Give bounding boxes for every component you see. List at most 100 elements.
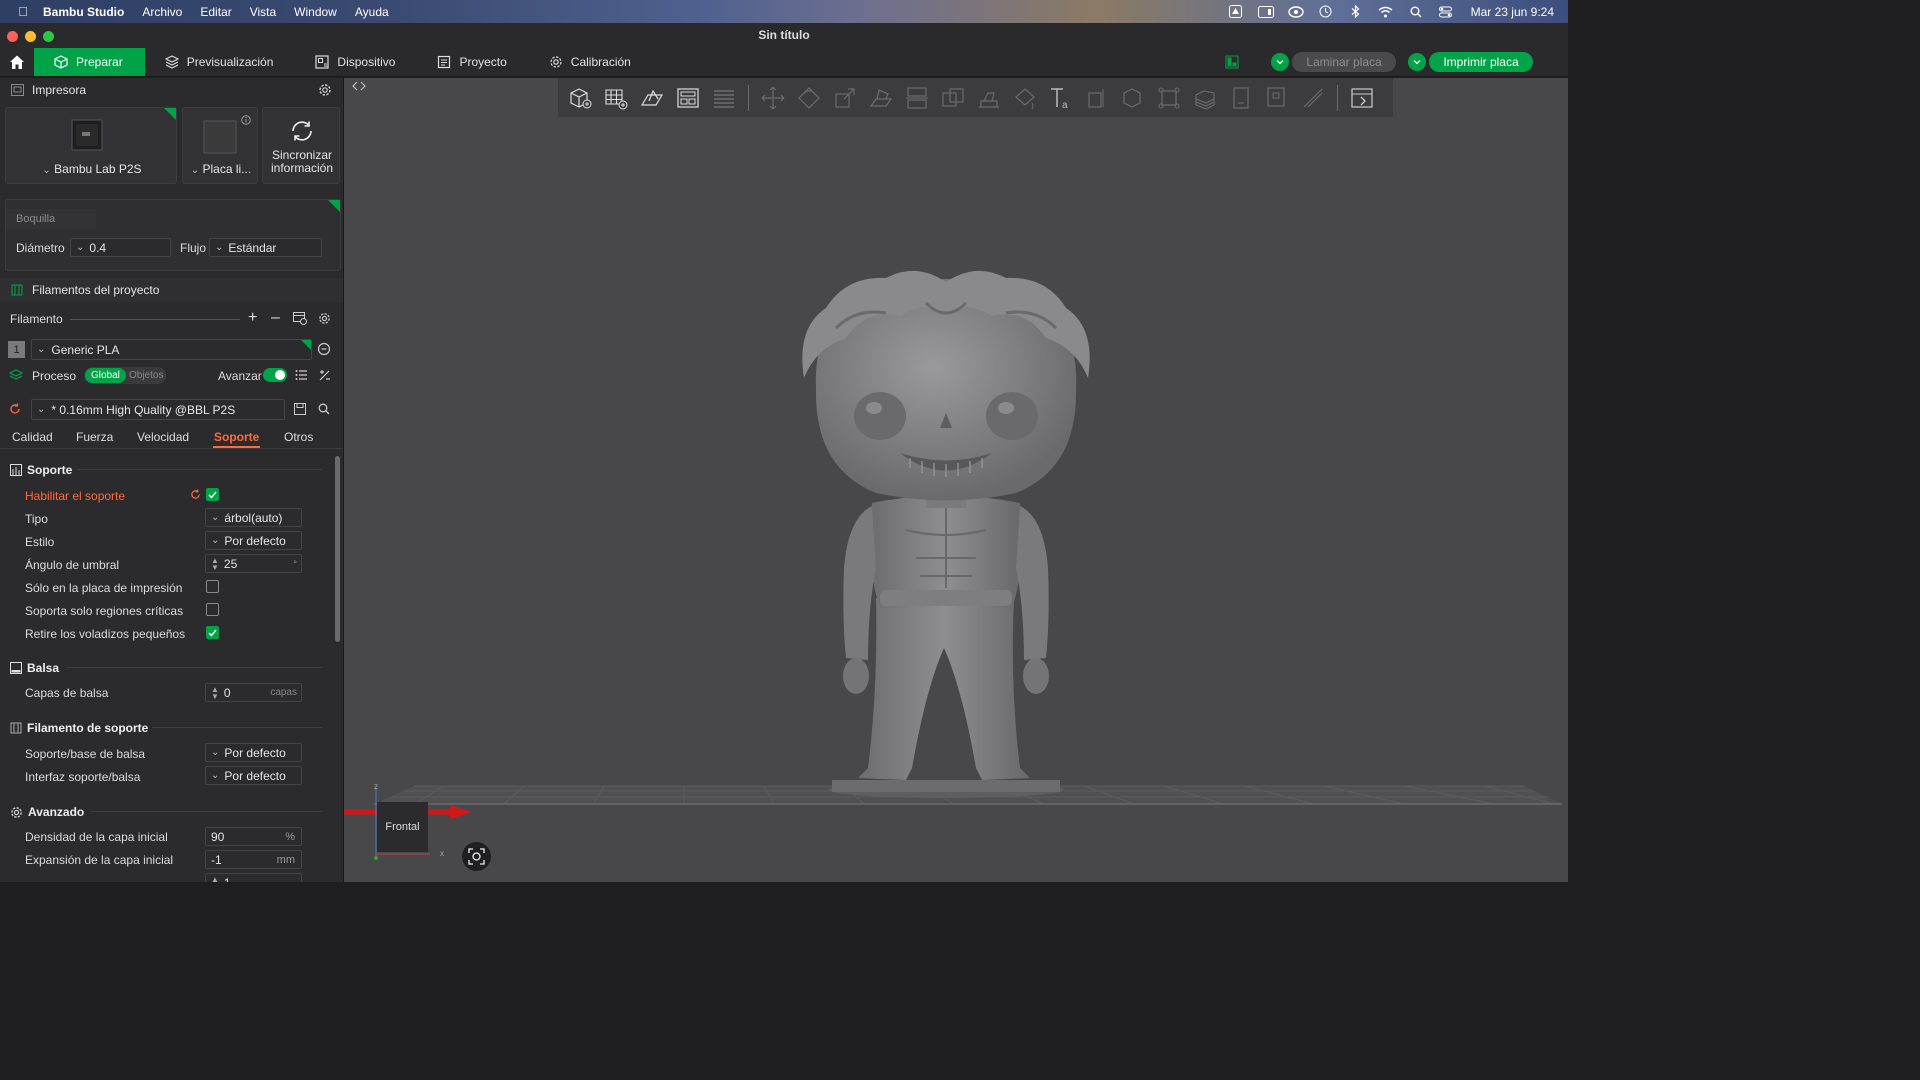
measure-tool[interactable] (1079, 83, 1115, 113)
toggle-objects[interactable]: Objetos (129, 368, 163, 383)
spinner-arrows-icon[interactable]: ▲▼ (211, 875, 219, 882)
split-parts-tool[interactable] (1259, 83, 1295, 113)
menu-editar[interactable]: Editar (200, 5, 231, 19)
drive-icon[interactable] (1228, 5, 1244, 19)
tab-previsualizacion[interactable]: Previsualización (145, 48, 296, 76)
support-painting-tool[interactable] (971, 83, 1007, 113)
plate-card[interactable]: ⌄ Placa li... (182, 107, 258, 184)
tab-calibracion[interactable]: Calibración (529, 48, 653, 76)
print-dropdown-button[interactable] (1408, 53, 1426, 71)
sync-info-button[interactable]: Sincronizar información (262, 107, 340, 184)
lay-on-face-tool[interactable] (863, 83, 899, 113)
remove-filament-circle-icon[interactable] (317, 342, 331, 356)
spinner-arrows-icon[interactable]: ▲▼ (211, 556, 219, 571)
add-object-tool[interactable] (562, 83, 598, 113)
tab-otros[interactable]: Otros (284, 430, 313, 444)
settings-scrollbar[interactable] (335, 456, 340, 642)
slice-plate-button[interactable]: Laminar placa (1292, 52, 1396, 72)
weather-widget-icon[interactable] (1257, 5, 1274, 19)
text-tool[interactable]: a (1043, 83, 1079, 113)
zoom-window-button[interactable] (43, 31, 54, 42)
reset-value-icon[interactable] (190, 489, 201, 500)
arrange-tool[interactable] (670, 83, 706, 113)
collapse-panel-icon[interactable] (352, 81, 366, 91)
3d-viewport[interactable]: a z x Frontal (344, 78, 1568, 882)
global-objects-toggle[interactable]: Global Objetos (84, 367, 166, 384)
sync-filaments-icon[interactable] (293, 312, 307, 325)
list-icon[interactable] (295, 369, 308, 381)
auto-orient-tool[interactable] (634, 83, 670, 113)
assembly-tool[interactable] (1115, 83, 1151, 113)
more-tool[interactable] (1344, 83, 1380, 113)
layers-tool[interactable] (706, 83, 742, 113)
enable-support-checkbox[interactable] (206, 488, 219, 501)
filament-settings-gear-icon[interactable] (318, 312, 331, 325)
tab-preparar[interactable]: Preparar (34, 47, 145, 76)
view-cube-frontal[interactable]: Frontal (377, 802, 428, 852)
search-icon[interactable] (318, 403, 330, 415)
reset-preset-icon[interactable] (9, 403, 21, 415)
toggle-global[interactable]: Global (85, 368, 126, 383)
support-type-select[interactable]: ⌄ árbol(auto) (205, 508, 302, 527)
3d-model-figurine[interactable] (776, 268, 1116, 798)
boolean-tool[interactable] (935, 83, 971, 113)
snapshot-button[interactable] (462, 842, 491, 871)
minimize-window-button[interactable] (25, 31, 36, 42)
menu-app-name[interactable]: Bambu Studio (43, 5, 124, 19)
remove-small-overhangs-checkbox[interactable] (206, 626, 219, 639)
variable-layer-tool[interactable] (1295, 83, 1331, 113)
spotlight-search-icon[interactable] (1408, 5, 1424, 19)
add-filament-icon[interactable]: + (248, 309, 257, 327)
tab-fuerza[interactable]: Fuerza (76, 430, 113, 444)
build-plate-only-checkbox[interactable] (206, 580, 219, 593)
wifi-icon[interactable] (1378, 5, 1394, 19)
save-preset-icon[interactable] (294, 403, 306, 415)
layer-split-tool[interactable] (1187, 83, 1223, 113)
tab-soporte[interactable]: Soporte (214, 430, 259, 444)
scale-tool[interactable] (827, 83, 863, 113)
raft-layers-input[interactable]: ▲ ▼ 0 capas (205, 683, 302, 702)
close-window-button[interactable] (7, 31, 18, 42)
tab-proyecto[interactable]: Proyecto (417, 48, 528, 76)
tab-dispositivo[interactable]: Dispositivo (295, 48, 417, 76)
seam-painting-tool[interactable] (1007, 83, 1043, 113)
printer-settings-gear-icon[interactable] (318, 83, 332, 97)
print-plate-button[interactable]: Imprimir placa (1429, 52, 1533, 72)
menu-vista[interactable]: Vista (250, 5, 276, 19)
initial-layer-density-input[interactable]: 90 % (205, 827, 302, 846)
filament-select[interactable]: ⌄ Generic PLA (31, 339, 312, 360)
critical-regions-checkbox[interactable] (206, 603, 219, 616)
spinner-arrows-icon[interactable]: ▲▼ (211, 685, 219, 700)
printer-card[interactable]: ⌄ Bambu Lab P2S (5, 107, 177, 184)
support-style-select[interactable]: ⌄ Por defecto (205, 531, 302, 550)
time-machine-icon[interactable] (1318, 5, 1334, 19)
remove-filament-icon[interactable]: – (271, 309, 280, 327)
support-interface-select[interactable]: ⌄ Por defecto (205, 766, 302, 785)
diameter-select[interactable]: ⌄ 0.4 (70, 238, 171, 257)
move-tool[interactable] (755, 83, 791, 113)
filament-slot-index[interactable]: 1 (8, 341, 25, 358)
flow-select[interactable]: ⌄ Estándar (209, 238, 322, 257)
creative-cloud-icon[interactable] (1287, 5, 1304, 19)
threshold-angle-input[interactable]: ▲ ▼ 25 ° (205, 554, 302, 573)
control-center-icon[interactable] (1438, 5, 1454, 19)
compare-icon[interactable] (318, 369, 331, 382)
fit-tool[interactable] (1151, 83, 1187, 113)
support-base-select[interactable]: ⌄ Por defecto (205, 743, 302, 762)
add-plate-tool[interactable] (598, 83, 634, 113)
split-objects-tool[interactable] (1223, 83, 1259, 113)
tab-velocidad[interactable]: Velocidad (137, 430, 189, 444)
initial-layer-expansion-input[interactable]: -1 mm (205, 850, 302, 869)
menu-clock[interactable]: Mar 23 jun 9:24 (1471, 5, 1554, 19)
menu-window[interactable]: Window (294, 5, 337, 19)
process-preset-select[interactable]: ⌄ * 0.16mm High Quality @BBL P2S (31, 399, 285, 420)
apple-menu-icon[interactable]:  (8, 4, 38, 19)
slice-dropdown-button[interactable] (1271, 53, 1289, 71)
info-icon[interactable] (241, 115, 251, 125)
bluetooth-icon[interactable] (1348, 5, 1364, 19)
cut-tool[interactable] (899, 83, 935, 113)
home-button[interactable] (0, 47, 34, 77)
menu-ayuda[interactable]: Ayuda (355, 5, 389, 19)
menu-archivo[interactable]: Archivo (142, 5, 182, 19)
tab-calidad[interactable]: Calidad (12, 430, 53, 444)
